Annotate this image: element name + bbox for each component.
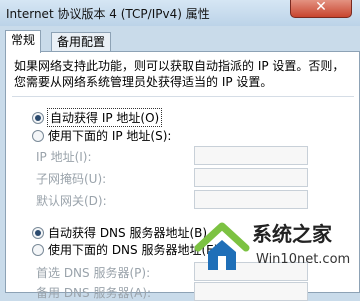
- watermark-url: Win10net.com: [256, 252, 351, 267]
- ip-auto-label[interactable]: 自动获得 IP 地址(O): [46, 108, 163, 127]
- window-title: Internet 协议版本 4 (TCP/IPv4) 属性: [6, 7, 210, 21]
- preferred-dns-label: 首选 DNS 服务器(P):: [36, 266, 151, 280]
- default-gateway-input[interactable]: [194, 190, 308, 209]
- ip-manual-radio[interactable]: [32, 130, 44, 142]
- ip-address-label: IP 地址(I):: [36, 150, 92, 164]
- dns-auto-label[interactable]: 自动获得 DNS 服务器地址(B): [48, 224, 207, 241]
- description: 如果网络支持此功能，则可以获取自动指派的 IP 设置。否则， 您需要从网络系统管…: [14, 58, 344, 90]
- watermark-title: 系统之家: [252, 222, 332, 246]
- description-line-2: 您需要从网络系统管理员处获得适当的 IP 设置。: [14, 75, 273, 89]
- close-button[interactable]: ✕: [290, 0, 352, 18]
- tab-alternate-config-label: 备用配置: [57, 35, 106, 49]
- dns-manual-radio[interactable]: [32, 244, 44, 256]
- tab-general[interactable]: 常规: [5, 30, 42, 53]
- default-gateway-label: 默认网关(D):: [36, 194, 107, 208]
- tab-alternate-config[interactable]: 备用配置: [51, 32, 112, 52]
- description-line-1: 如果网络支持此功能，则可以获取自动指派的 IP 设置。否则，: [14, 59, 345, 73]
- house-logo-icon: [194, 222, 250, 270]
- divider: [12, 96, 354, 97]
- tab-general-label: 常规: [11, 33, 36, 47]
- ip-auto-radio[interactable]: [32, 112, 44, 124]
- alternate-dns-label: 备用 DNS 服务器(A):: [36, 286, 152, 300]
- ip-manual-label[interactable]: 使用下面的 IP 地址(S):: [48, 127, 171, 144]
- subnet-mask-input[interactable]: [194, 168, 308, 187]
- close-icon: ✕: [315, 0, 327, 15]
- title-bar: Internet 协议版本 4 (TCP/IPv4) 属性 ✕: [0, 0, 360, 26]
- subnet-mask-label: 子网掩码(U):: [36, 172, 107, 186]
- watermark: 系统之家 Win10net.com: [192, 210, 360, 288]
- ip-address-input[interactable]: [194, 146, 308, 165]
- dns-auto-radio[interactable]: [32, 227, 44, 239]
